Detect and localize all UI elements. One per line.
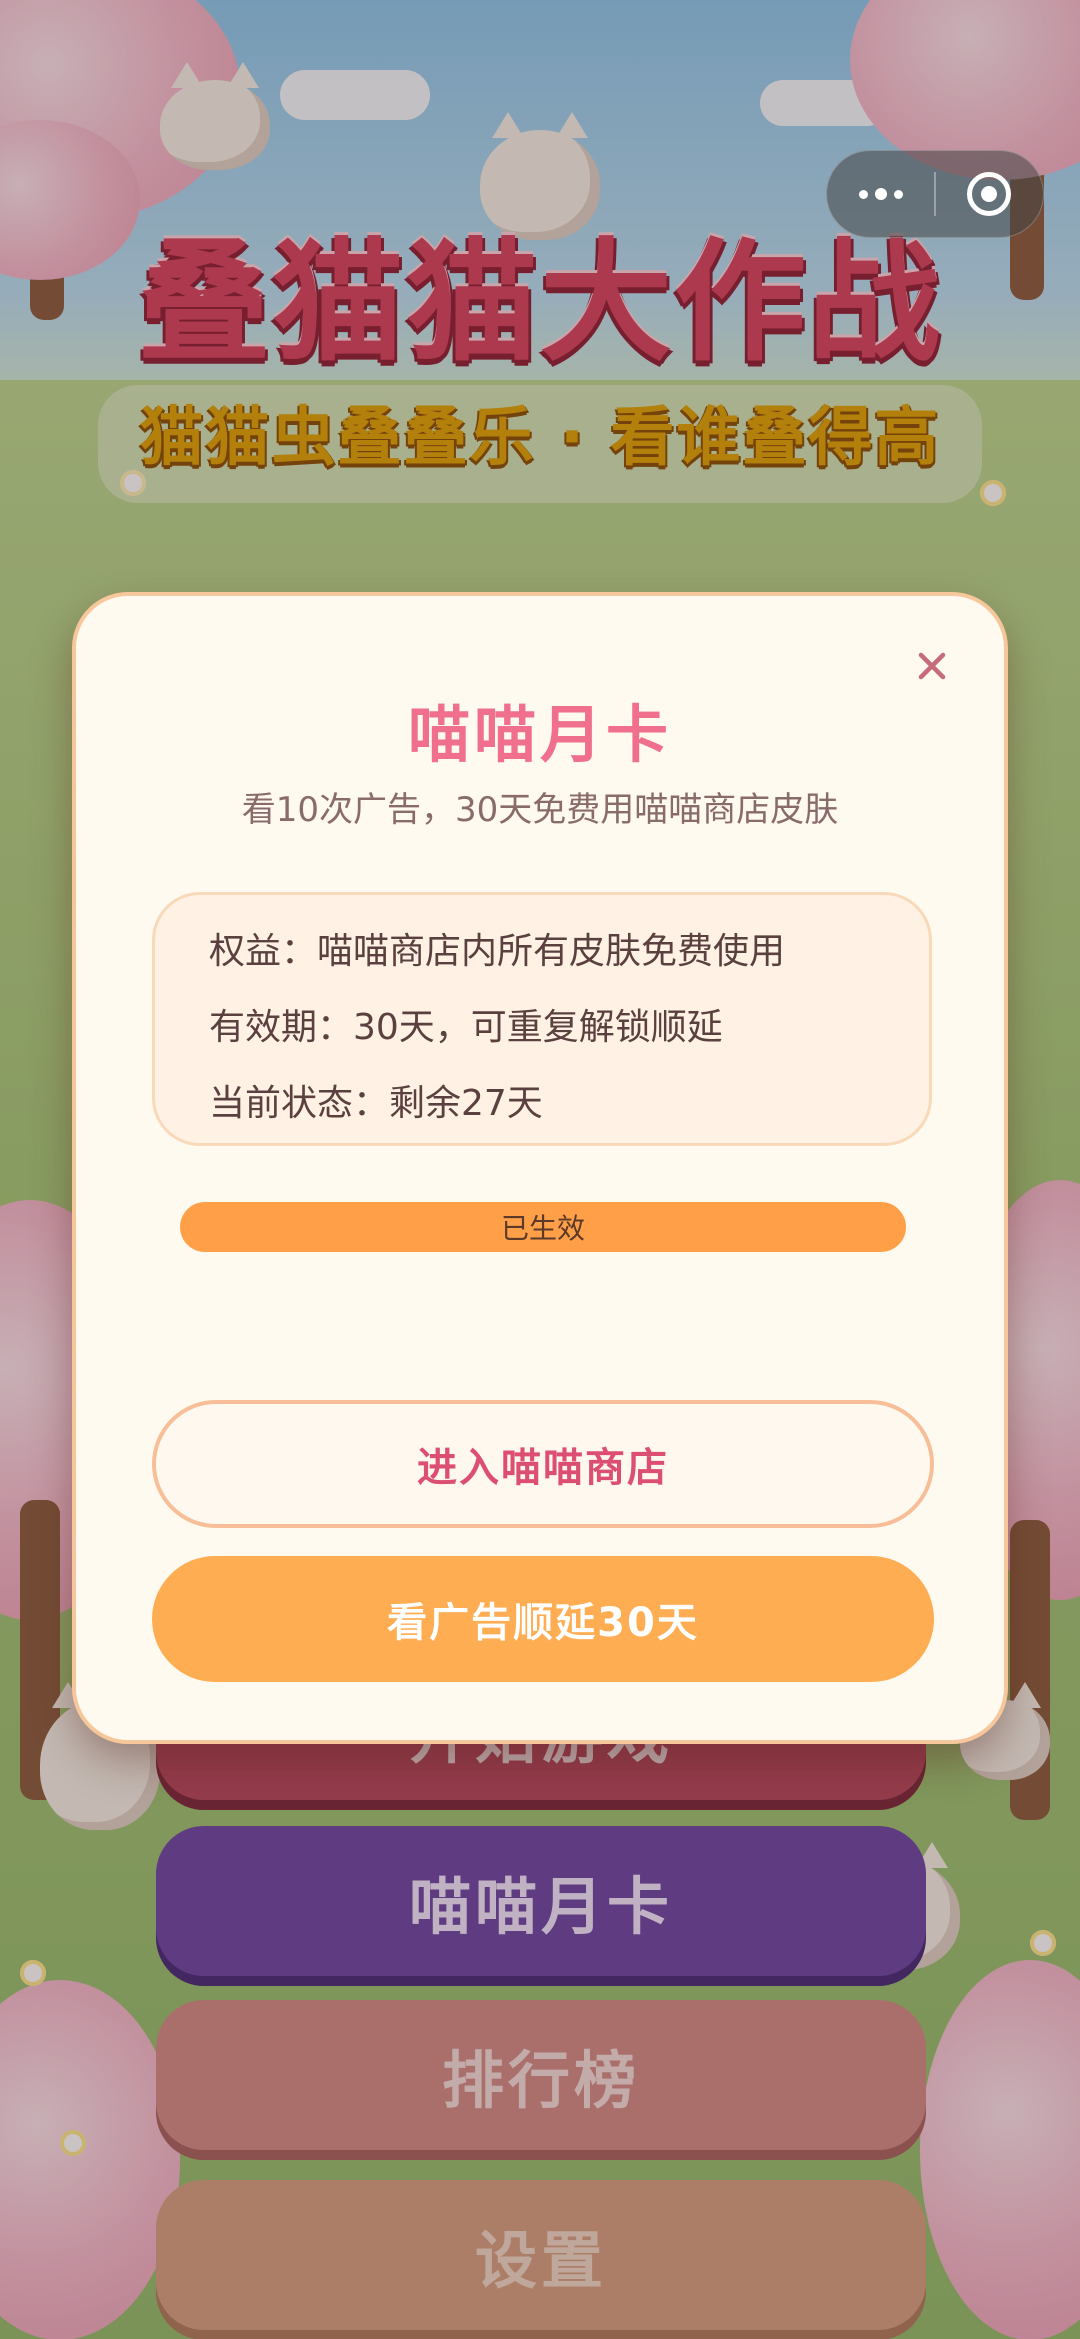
more-button[interactable] [827,150,934,238]
exit-miniprogram-button[interactable] [936,150,1043,238]
benefits-panel: 权益：喵喵商店内所有皮肤免费使用 有效期：30天，可重复解锁顺延 当前状态：剩余… [152,892,932,1146]
benefit-status: 当前状态：剩余27天 [209,1083,543,1124]
watch-ad-extend-button[interactable]: 看广告顺延30天 [152,1556,934,1682]
benefit-rights: 权益：喵喵商店内所有皮肤免费使用 [209,931,786,972]
enter-shop-button[interactable]: 进入喵喵商店 [152,1400,934,1528]
dialog-description: 看10次广告，30天免费用喵喵商店皮肤 [241,790,839,830]
close-x-icon [918,652,946,680]
miniprogram-capsule [826,150,1044,238]
dialog-title: 喵喵月卡 [407,698,672,771]
status-label: 已生效 [500,1212,585,1245]
target-circle-icon [967,172,1012,216]
status-progress-bar: 已生效 [180,1202,906,1252]
monthly-card-dialog: 喵喵月卡 看10次广告，30天免费用喵喵商店皮肤 权益：喵喵商店内所有皮肤免费使… [72,592,1008,1744]
more-dots-icon [858,188,903,200]
benefit-validity: 有效期：30天，可重复解锁顺延 [209,1007,723,1048]
